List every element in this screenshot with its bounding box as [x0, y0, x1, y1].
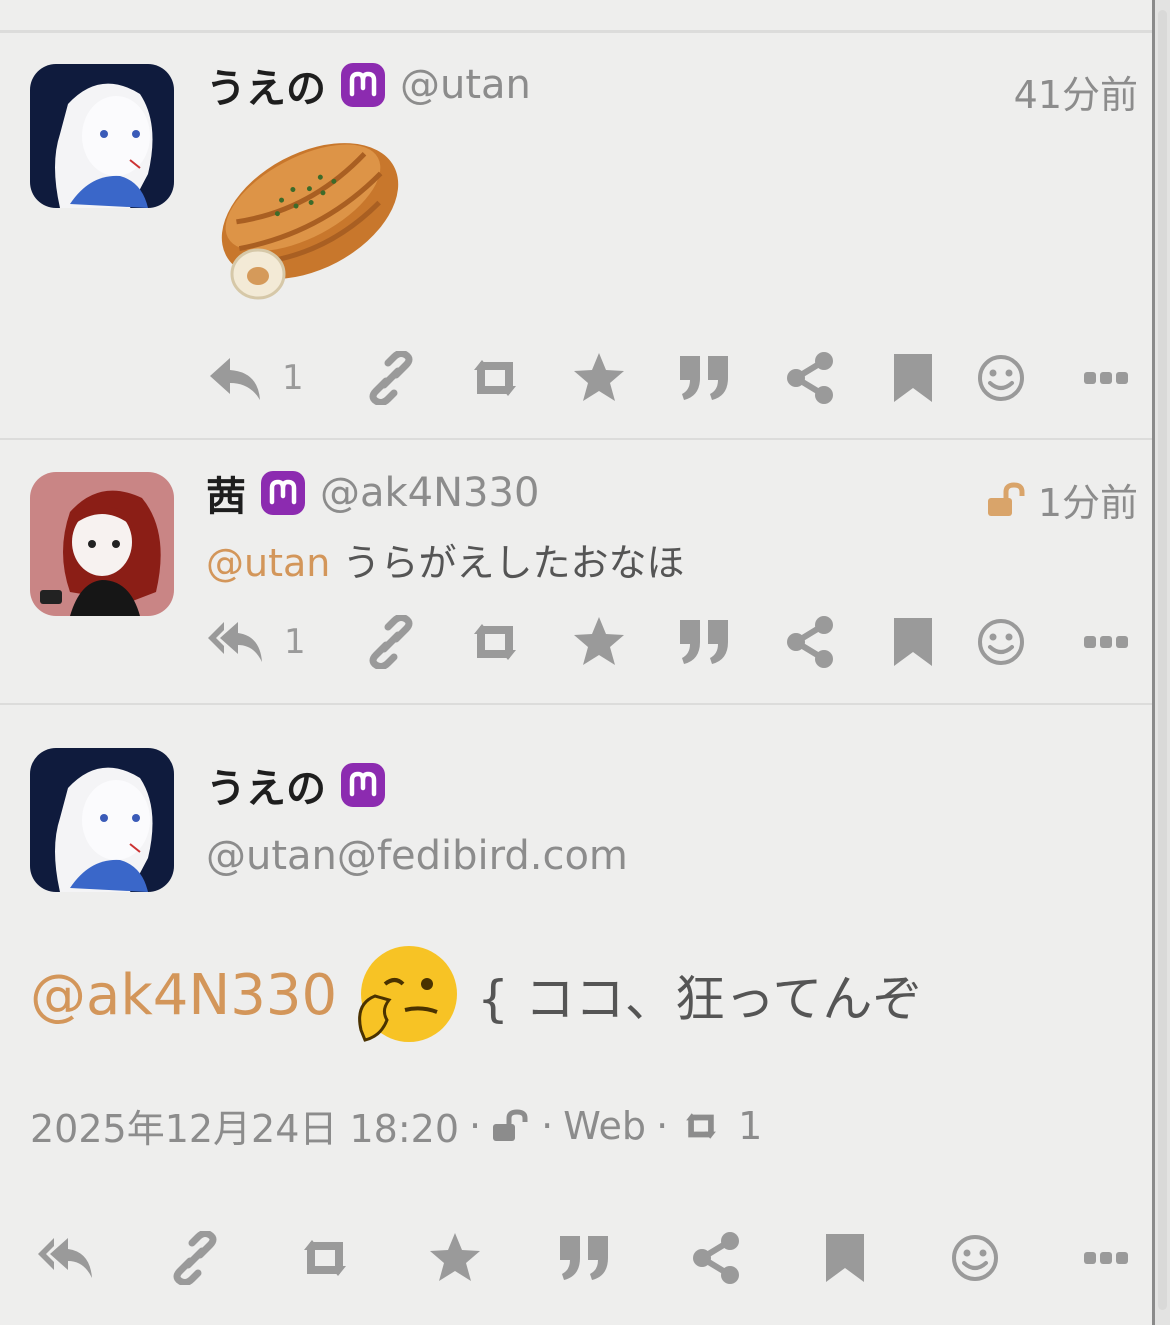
account-handle[interactable]: @ak4N330	[320, 470, 539, 516]
more-button[interactable]	[1082, 1228, 1130, 1288]
mastodon-icon	[341, 63, 385, 107]
boost-icon	[474, 624, 516, 660]
share-button[interactable]	[784, 348, 836, 408]
reply-all-icon	[208, 622, 262, 662]
favourite-button[interactable]	[572, 612, 626, 672]
star-icon	[574, 617, 624, 665]
application-name[interactable]: Web	[563, 1104, 646, 1148]
status-card[interactable]: うえの @utan 41分前 1	[0, 0, 1152, 440]
status-datetime[interactable]: 2025年12月24日 18:20	[30, 1098, 459, 1153]
reply-all-button[interactable]	[36, 1228, 98, 1288]
account-handle[interactable]: @utan@fedibird.com	[206, 833, 628, 879]
copy-link-button[interactable]	[168, 1228, 222, 1288]
more-icon	[1084, 1252, 1128, 1264]
quote-button[interactable]	[676, 612, 732, 672]
emoji-icon	[978, 619, 1024, 665]
emoji-icon	[952, 1235, 998, 1281]
reply-icon	[210, 358, 260, 400]
boost-icon	[686, 1112, 717, 1139]
bookmark-icon	[894, 354, 932, 402]
link-icon	[173, 1231, 217, 1285]
relative-time[interactable]: 1分前	[1038, 472, 1138, 527]
mention-link[interactable]: @utan	[206, 541, 330, 585]
boost-count[interactable]: 1	[738, 1104, 762, 1148]
more-button[interactable]	[1082, 612, 1130, 672]
status-meta: 2025年12月24日 18:20 · · Web · 1	[30, 1098, 762, 1153]
copy-link-button[interactable]	[364, 612, 418, 672]
boost-icon	[304, 1240, 346, 1276]
scrollbar-track-line	[1152, 0, 1155, 1325]
more-button[interactable]	[1082, 348, 1130, 408]
link-icon	[369, 615, 413, 669]
boost-icon	[474, 360, 516, 396]
mention-link[interactable]: @ak4N330	[30, 963, 337, 1028]
scrollbar[interactable]	[1152, 0, 1170, 1325]
scrollbar-thumb[interactable]	[1158, 10, 1167, 1310]
relative-time[interactable]: 41分前	[1014, 64, 1138, 119]
share-icon	[693, 1232, 739, 1284]
mastodon-icon	[341, 763, 385, 807]
reply-count: 1	[284, 622, 306, 662]
account-handle[interactable]: @utan	[400, 62, 531, 108]
avatar[interactable]	[30, 748, 174, 892]
reply-all-icon	[38, 1238, 92, 1278]
action-bar: 1	[206, 612, 1136, 672]
avatar[interactable]	[30, 472, 174, 616]
status-card[interactable]: 茜 @ak4N330 1分前 @utan うらがえしたおなほ 1	[0, 440, 1152, 704]
more-icon	[1084, 636, 1128, 648]
boost-button[interactable]	[294, 1228, 356, 1288]
quote-button[interactable]	[556, 1228, 612, 1288]
emoji-reaction-button[interactable]	[950, 1228, 1000, 1288]
reply-count: 1	[282, 358, 304, 398]
quote-icon	[680, 620, 728, 664]
favourite-button[interactable]	[572, 348, 626, 408]
unlocked-icon	[987, 481, 1025, 516]
boost-button[interactable]	[464, 348, 526, 408]
boost-button[interactable]	[464, 612, 526, 672]
star-icon	[574, 353, 624, 401]
star-icon	[430, 1233, 480, 1281]
media-image[interactable]	[210, 116, 410, 306]
action-bar: 1	[206, 348, 1136, 408]
more-icon	[1084, 372, 1128, 384]
reply-button[interactable]: 1	[206, 348, 304, 408]
emoji-reaction-button[interactable]	[976, 612, 1026, 672]
display-name[interactable]: うえの	[206, 756, 326, 814]
bookmark-button[interactable]	[892, 612, 934, 672]
link-icon	[369, 351, 413, 405]
quote-icon	[680, 356, 728, 400]
emoji-icon	[978, 355, 1024, 401]
avatar[interactable]	[30, 64, 174, 208]
emoji-reaction-button[interactable]	[976, 348, 1026, 408]
share-icon	[787, 616, 833, 668]
bookmark-button[interactable]	[824, 1228, 866, 1288]
mastodon-icon	[261, 471, 305, 515]
share-button[interactable]	[690, 1228, 742, 1288]
display-name[interactable]: 茜	[206, 464, 246, 522]
bookmark-button[interactable]	[892, 348, 934, 408]
quote-button[interactable]	[676, 348, 732, 408]
thinking-face-emoji	[358, 946, 458, 1042]
status-text: { ココ、狂ってんぞ	[477, 970, 923, 1028]
action-bar	[36, 1228, 1136, 1288]
copy-link-button[interactable]	[364, 348, 418, 408]
display-name[interactable]: うえの	[206, 56, 326, 114]
bookmark-icon	[826, 1234, 864, 1282]
quote-icon	[560, 1236, 608, 1280]
favourite-button[interactable]	[428, 1228, 482, 1288]
status-text: うらがえしたおなほ	[342, 541, 685, 585]
reply-all-button[interactable]: 1	[206, 612, 306, 672]
share-button[interactable]	[784, 612, 836, 672]
bookmark-icon	[894, 618, 932, 666]
share-icon	[787, 352, 833, 404]
unlocked-icon	[493, 1108, 528, 1141]
